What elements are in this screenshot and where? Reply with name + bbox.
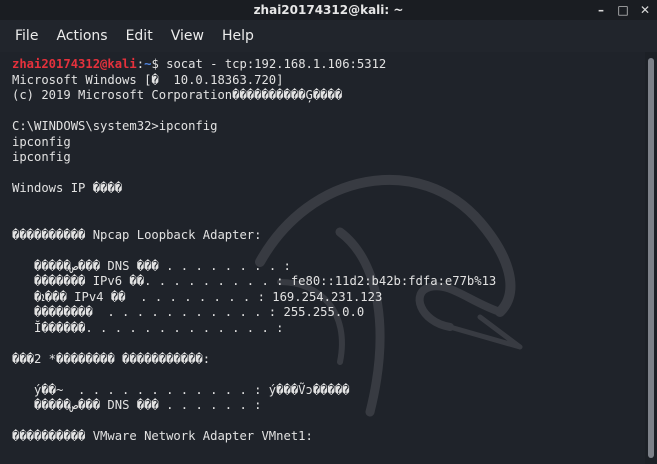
prompt-symbol: $ <box>151 57 159 71</box>
terminal-area[interactable]: zhai20174312@kali:~$ socat - tcp:192.168… <box>0 52 645 464</box>
output-line: �����ص��� DNS ��� . . . . . . : <box>12 398 262 412</box>
output-line: Windows IP ���� <box>12 181 123 195</box>
scrollbar[interactable] <box>645 52 657 464</box>
terminal-window: zhai20174312@kali: ~ – □ ✕ File Actions … <box>0 0 657 464</box>
menu-help[interactable]: Help <box>213 24 263 48</box>
output-line: Microsoft Windows [� 10.0.18363.720] <box>12 72 284 87</box>
output-line: (c) 2019 Microsoft Corporation����������… <box>12 88 343 102</box>
output-block: Microsoft Windows [� 10.0.18363.720] (c)… <box>12 73 496 444</box>
output-line: �������� . . . . . . . . . . . : 255.255… <box>12 305 365 319</box>
command-text: socat - tcp:192.168.1.106:5312 <box>158 57 387 71</box>
prompt-user: zhai20174312@kali <box>12 57 137 71</box>
maximize-icon[interactable]: □ <box>615 2 631 18</box>
menu-actions[interactable]: Actions <box>47 24 116 48</box>
close-icon[interactable]: ✕ <box>637 2 653 18</box>
window-controls: – □ ✕ <box>593 2 653 18</box>
minimize-icon[interactable]: – <box>593 2 609 18</box>
output-line: ipconfig <box>12 134 71 149</box>
output-line: �ܐ��� IPv4 �� . . . . . . . . : 169.254.… <box>12 289 383 304</box>
title-bar[interactable]: zhai20174312@kali: ~ – □ ✕ <box>0 0 657 20</box>
output-line: �����ص��� DNS ��� . . . . . . . . : <box>12 258 291 273</box>
menu-view[interactable]: View <box>162 24 213 48</box>
window-title: zhai20174312@kali: ~ <box>253 3 404 17</box>
output-line: ���2 *�������� �����������: <box>12 351 211 366</box>
terminal-output: zhai20174312@kali:~$ socat - tcp:192.168… <box>12 57 496 445</box>
output-line: C:\WINDOWS\system32>ipconfig <box>12 119 218 133</box>
menu-file[interactable]: File <box>6 24 47 48</box>
menu-edit[interactable]: Edit <box>117 24 162 48</box>
prompt-separator: : <box>136 57 145 71</box>
output-line: ���������� Npcap Loopback Adapter: <box>12 227 262 242</box>
output-line: ���������� VMware Network Adapter VMnet1… <box>12 429 313 443</box>
scrollbar-thumb[interactable] <box>648 58 654 458</box>
menu-bar: File Actions Edit View Help <box>0 20 657 52</box>
output-line: ý��~ . . . . . . . . . . . . : ý���Ṽɔ���… <box>12 382 350 397</box>
output-line: ipconfig <box>12 150 71 164</box>
output-line: Ĭ������. . . . . . . . . . . . . : <box>12 320 284 335</box>
output-line: ������� IPv6 ��. . . . . . . . . : fe80:… <box>12 274 497 288</box>
